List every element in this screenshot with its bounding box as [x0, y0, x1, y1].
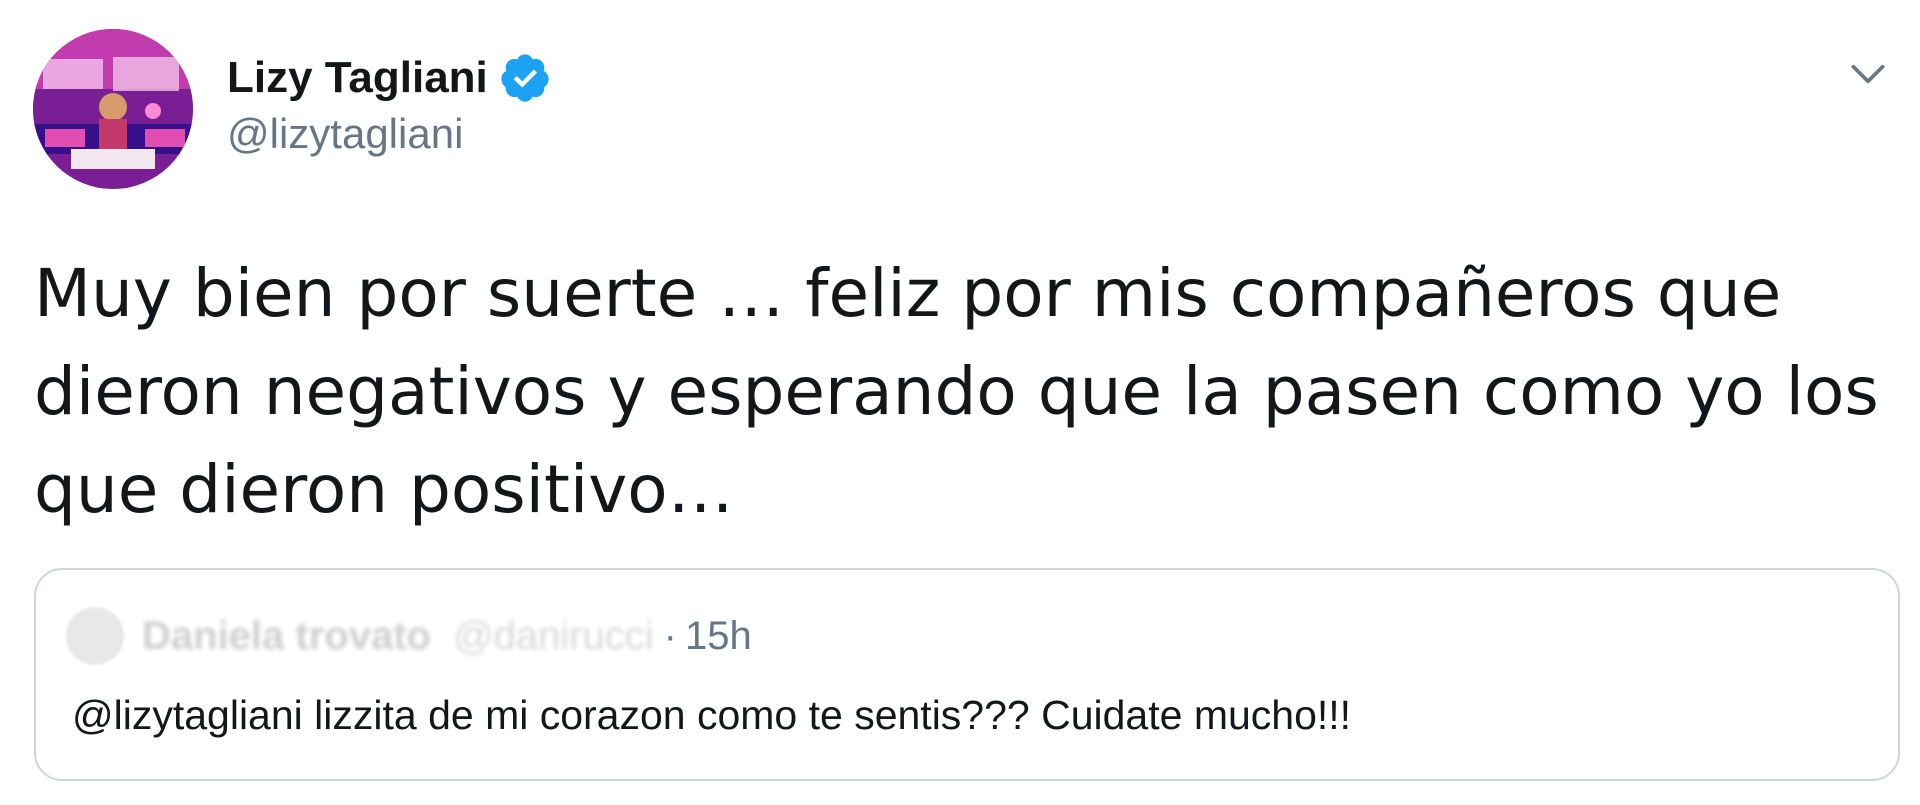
author-name-row: Lizy Tagliani	[227, 48, 552, 108]
author-display-name[interactable]: Lizy Tagliani	[227, 53, 488, 103]
tweet-text-line: Muy bien por suerte … feliz por mis comp…	[34, 255, 1782, 332]
quoted-tweet-card[interactable]: Daniela trovato @danirucci · 15h @lizyta…	[34, 568, 1900, 781]
avatar-photo-icon	[33, 29, 193, 189]
quoted-tweet-text: @lizytagliani lizzita de mi corazon como…	[72, 692, 1352, 738]
quoted-timestamp[interactable]: 15h	[685, 614, 752, 659]
tweet-text: Muy bien por suerte … feliz por mis comp…	[34, 245, 1904, 539]
quoted-author-avatar[interactable]	[66, 607, 124, 665]
author-block: Lizy Tagliani @lizytagliani	[227, 48, 552, 158]
quoted-tweet-header: Daniela trovato @danirucci · 15h	[66, 606, 752, 666]
quoted-author-display-name[interactable]: Daniela trovato	[142, 614, 431, 659]
author-avatar[interactable]	[33, 29, 193, 189]
tweet-text-line: dieron negativos y esperando que la pase…	[34, 353, 1879, 430]
tweet-text-line: que dieron positivo…	[34, 451, 734, 528]
tweet-card: Lizy Tagliani @lizytagliani Muy bien por…	[0, 0, 1920, 805]
quoted-separator: ·	[663, 613, 677, 658]
verified-badge-icon	[501, 54, 549, 102]
chevron-down-icon[interactable]	[1846, 52, 1890, 96]
author-handle[interactable]: @lizytagliani	[227, 110, 552, 158]
quoted-author-handle[interactable]: @danirucci	[453, 614, 654, 659]
